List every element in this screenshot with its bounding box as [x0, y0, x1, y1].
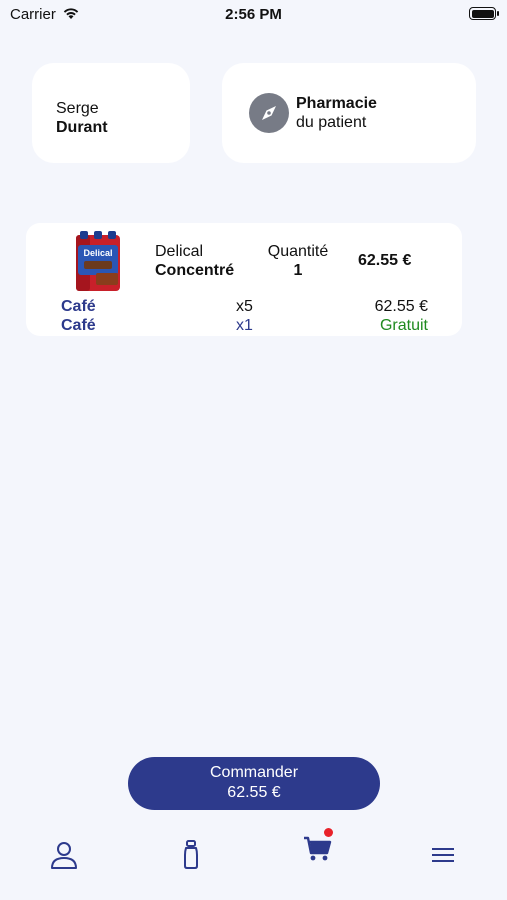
patient-last-name: Durant — [56, 119, 108, 136]
patient-card[interactable]: Serge Durant — [32, 63, 190, 163]
profile-icon — [51, 842, 77, 869]
menu-icon — [432, 848, 454, 862]
product-brand-logo: Delical — [83, 248, 112, 258]
order-item-card[interactable]: Delical Delical Concentré Quantité 1 62.… — [26, 223, 462, 336]
line-count-free: x1 — [236, 317, 253, 334]
order-button-label: Commander — [209, 764, 299, 781]
pharmacy-subtitle: du patient — [296, 114, 367, 131]
line-price: 62.55 € — [374, 298, 428, 315]
pharmacy-title: Pharmacie — [296, 95, 377, 112]
cart-badge — [324, 828, 333, 837]
compass-icon — [249, 93, 289, 133]
status-time: 2:56 PM — [225, 6, 282, 23]
tab-cart[interactable] — [297, 828, 337, 868]
product-name: Concentré — [155, 262, 235, 279]
quantity-value: 1 — [293, 262, 303, 279]
tab-profile[interactable] — [44, 835, 84, 875]
product-brand: Delical — [155, 243, 204, 260]
line-flavor: Café — [61, 298, 96, 315]
bottle-icon — [184, 840, 198, 869]
item-total-price: 62.55 € — [358, 252, 412, 269]
tab-products[interactable] — [171, 835, 211, 875]
order-button[interactable]: Commander 62.55 € — [128, 757, 380, 810]
patient-first-name: Serge — [56, 100, 99, 117]
line-count: x5 — [236, 298, 253, 315]
line-price-free: Gratuit — [379, 317, 428, 334]
status-bar: Carrier 2:56 PM — [0, 0, 507, 28]
quantity-label: Quantité — [267, 243, 329, 260]
line-flavor-free: Café — [61, 317, 96, 334]
product-image: Delical — [76, 231, 120, 291]
battery-icon — [469, 7, 499, 20]
order-button-amount: 62.55 € — [227, 784, 281, 801]
tab-menu[interactable] — [423, 835, 463, 875]
pharmacy-card[interactable]: Pharmacie du patient — [222, 63, 476, 163]
